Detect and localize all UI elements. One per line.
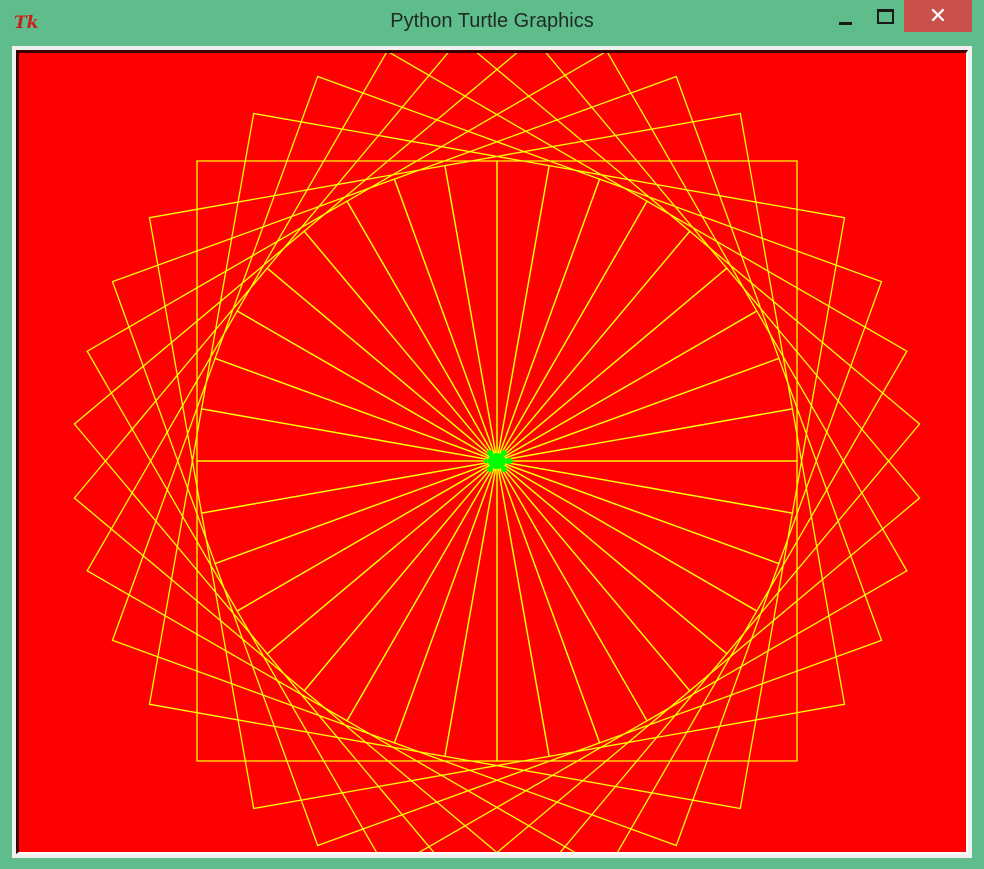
- minimize-icon: [838, 21, 852, 25]
- close-icon: ✕: [928, 3, 948, 29]
- close-button[interactable]: ✕: [904, 0, 972, 32]
- turtle-square-path: [214, 75, 601, 462]
- turtle-square-path: [496, 230, 921, 655]
- turtle-window: Tk Python Turtle Graphics ✕: [0, 0, 984, 869]
- turtle-limb: [505, 458, 513, 464]
- turtle-square-path: [346, 53, 758, 462]
- turtle-drawing: [73, 53, 921, 852]
- turtle-limb: [501, 450, 507, 456]
- turtle-square-path: [496, 267, 921, 692]
- turtle-square-path: [86, 200, 498, 612]
- turtle-square-path: [496, 178, 883, 565]
- turtle-square-path: [86, 310, 498, 722]
- turtle-icon: [484, 450, 513, 472]
- minimize-button[interactable]: [828, 0, 862, 32]
- turtle-canvas[interactable]: [19, 53, 966, 852]
- turtle-square-path: [214, 460, 601, 847]
- title-bar[interactable]: Tk Python Turtle Graphics ✕: [0, 0, 984, 46]
- turtle-square-path: [393, 75, 780, 462]
- maximize-icon: [876, 8, 894, 24]
- turtle-square-path: [393, 460, 780, 847]
- turtle-square-path: [236, 53, 648, 462]
- turtle-square-path: [111, 178, 498, 565]
- maximize-button[interactable]: [868, 0, 902, 32]
- turtle-square-path: [496, 357, 883, 744]
- turtle-square-path: [496, 200, 908, 612]
- turtle-square-path: [73, 267, 498, 692]
- turtle-square-path: [496, 310, 908, 722]
- turtle-square-path: [303, 460, 728, 852]
- turtle-square-path: [266, 460, 691, 852]
- canvas-frame: [16, 50, 968, 854]
- turtle-limb: [487, 450, 493, 456]
- client-area: [12, 46, 972, 858]
- turtle-square-path: [111, 357, 498, 744]
- turtle-limb: [487, 466, 493, 472]
- turtle-limb: [501, 466, 507, 472]
- turtle-limb: [484, 459, 488, 463]
- turtle-square-path: [73, 230, 498, 655]
